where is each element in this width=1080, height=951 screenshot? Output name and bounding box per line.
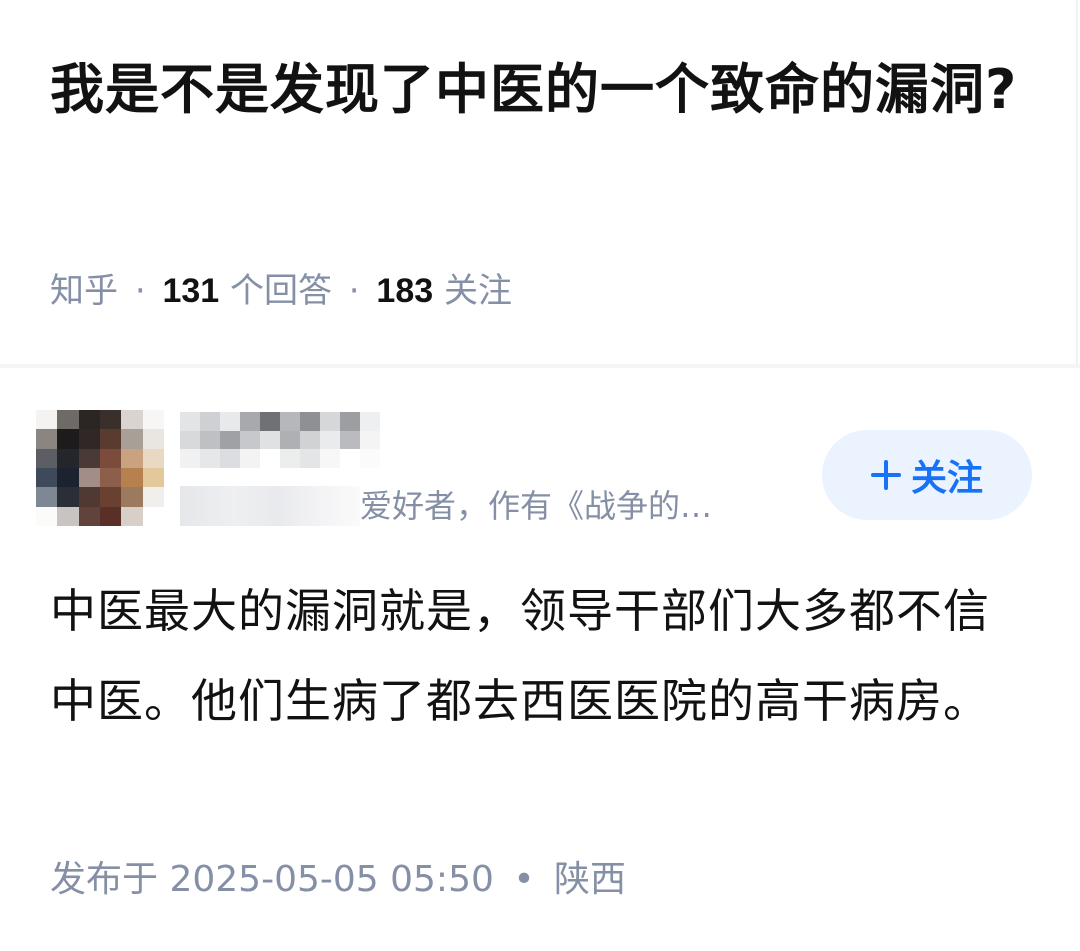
follow-button[interactable]: 关注 (822, 430, 1032, 520)
avatar-pixel (57, 506, 79, 526)
answer-body[interactable]: 中医最大的漏洞就是，领导干部们大多都不信中医。他们生病了都去西医医院的高干病房。 (50, 566, 1035, 746)
avatar-pixel (78, 429, 100, 449)
author-bio-blurred (180, 486, 360, 526)
author-name-pixel (340, 449, 360, 468)
avatar-pixel (100, 506, 122, 526)
author-name-pixel (200, 412, 220, 431)
avatar-pixel (142, 429, 164, 449)
avatar-pixel (78, 506, 100, 526)
author-name-pixel (240, 430, 260, 450)
avatar-pixel (57, 468, 79, 488)
avatar-pixel (78, 410, 100, 430)
avatar-pixel (78, 468, 100, 488)
question-meta: 知乎 · 131 个回答 · 183 关注 (50, 268, 512, 314)
avatar-pixel (121, 468, 143, 488)
answer-count-label: 个回答 (229, 271, 332, 311)
follower-count-label: 关注 (443, 271, 512, 311)
author-name-pixel (220, 449, 240, 468)
author-name-pixel (280, 412, 300, 431)
avatar-pixel (121, 429, 143, 449)
avatar-pixel (57, 487, 79, 507)
author-name-pixel (320, 449, 340, 468)
author-name-pixel (180, 430, 200, 450)
author-name-pixel (200, 449, 220, 468)
author-name-pixel (240, 449, 260, 468)
avatar-pixel (36, 410, 58, 430)
answer-footer: 发布于 2025-05-05 05:50 • 陕西 (50, 856, 626, 904)
avatar-pixel (57, 448, 79, 468)
avatar-pixel (57, 429, 79, 449)
avatar-pixel (121, 487, 143, 507)
avatar-pixel (142, 448, 164, 468)
author-name-pixel (280, 449, 300, 468)
author-name-pixel (180, 449, 200, 468)
avatar-pixel (121, 506, 143, 526)
meta-separator: · (348, 271, 360, 311)
avatar-pixel (100, 429, 122, 449)
published-label: 发布于 (50, 859, 159, 900)
author-name-pixel (360, 430, 380, 450)
avatar-pixel (142, 468, 164, 488)
author-name-pixel (360, 449, 380, 468)
source-label: 知乎 (50, 271, 118, 311)
author-name-pixel (260, 412, 280, 431)
author-bio-text: 爱好者，作有《战争的… (360, 487, 713, 525)
location: 陕西 (554, 859, 627, 900)
follow-button-label: 关注 (910, 458, 983, 499)
avatar-pixel (100, 487, 122, 507)
author-name-pixel (300, 412, 320, 431)
author-name-pixel (340, 412, 360, 431)
author-name-pixel (260, 430, 280, 450)
author-name-pixel (260, 449, 280, 468)
meta-separator: · (134, 271, 146, 311)
answer-count: 131 (162, 272, 220, 310)
avatar-pixel (78, 487, 100, 507)
author-name-pixel (320, 430, 340, 450)
author-name-pixel (300, 449, 320, 468)
avatar-pixel (142, 487, 164, 507)
author-name-pixel (220, 430, 240, 450)
avatar-pixel (36, 429, 58, 449)
published-time: 2025-05-05 05:50 (169, 859, 494, 900)
author-bio: 爱好者，作有《战争的… (180, 484, 780, 528)
question-card: 我是不是发现了中医的一个致命的漏洞? 知乎 · 131 个回答 · 183 关注 (0, 0, 1078, 364)
avatar-pixel (57, 410, 79, 430)
author-name-pixel (240, 412, 260, 431)
avatar-pixel (36, 448, 58, 468)
avatar-pixel (121, 448, 143, 468)
author-name-pixel (300, 430, 320, 450)
author-name[interactable] (180, 412, 380, 468)
avatar-pixel (36, 468, 58, 488)
avatar-pixel (36, 487, 58, 507)
plus-icon (870, 460, 901, 490)
question-title[interactable]: 我是不是发现了中医的一个致命的漏洞? (50, 48, 1035, 132)
avatar-pixel (36, 506, 58, 526)
avatar-pixel (100, 410, 122, 430)
avatar-pixel (121, 410, 143, 430)
avatar-pixel (142, 410, 164, 430)
location-separator: • (513, 859, 535, 900)
avatar-pixel (142, 506, 164, 526)
avatar-pixel (100, 448, 122, 468)
author-name-pixel (320, 412, 340, 431)
avatar-pixel (100, 468, 122, 488)
author-name-pixel (180, 412, 200, 431)
follower-count: 183 (376, 272, 434, 310)
author-name-pixel (360, 412, 380, 431)
author-name-pixel (200, 430, 220, 450)
author-name-pixel (220, 412, 240, 431)
author-name-pixel (340, 430, 360, 450)
avatar[interactable] (36, 410, 164, 526)
avatar-pixel (78, 448, 100, 468)
author-name-pixel (280, 430, 300, 450)
answer-card: 爱好者，作有《战争的… 关注 中医最大的漏洞就是，领导干部们大多都不信中医。他们… (0, 368, 1080, 951)
